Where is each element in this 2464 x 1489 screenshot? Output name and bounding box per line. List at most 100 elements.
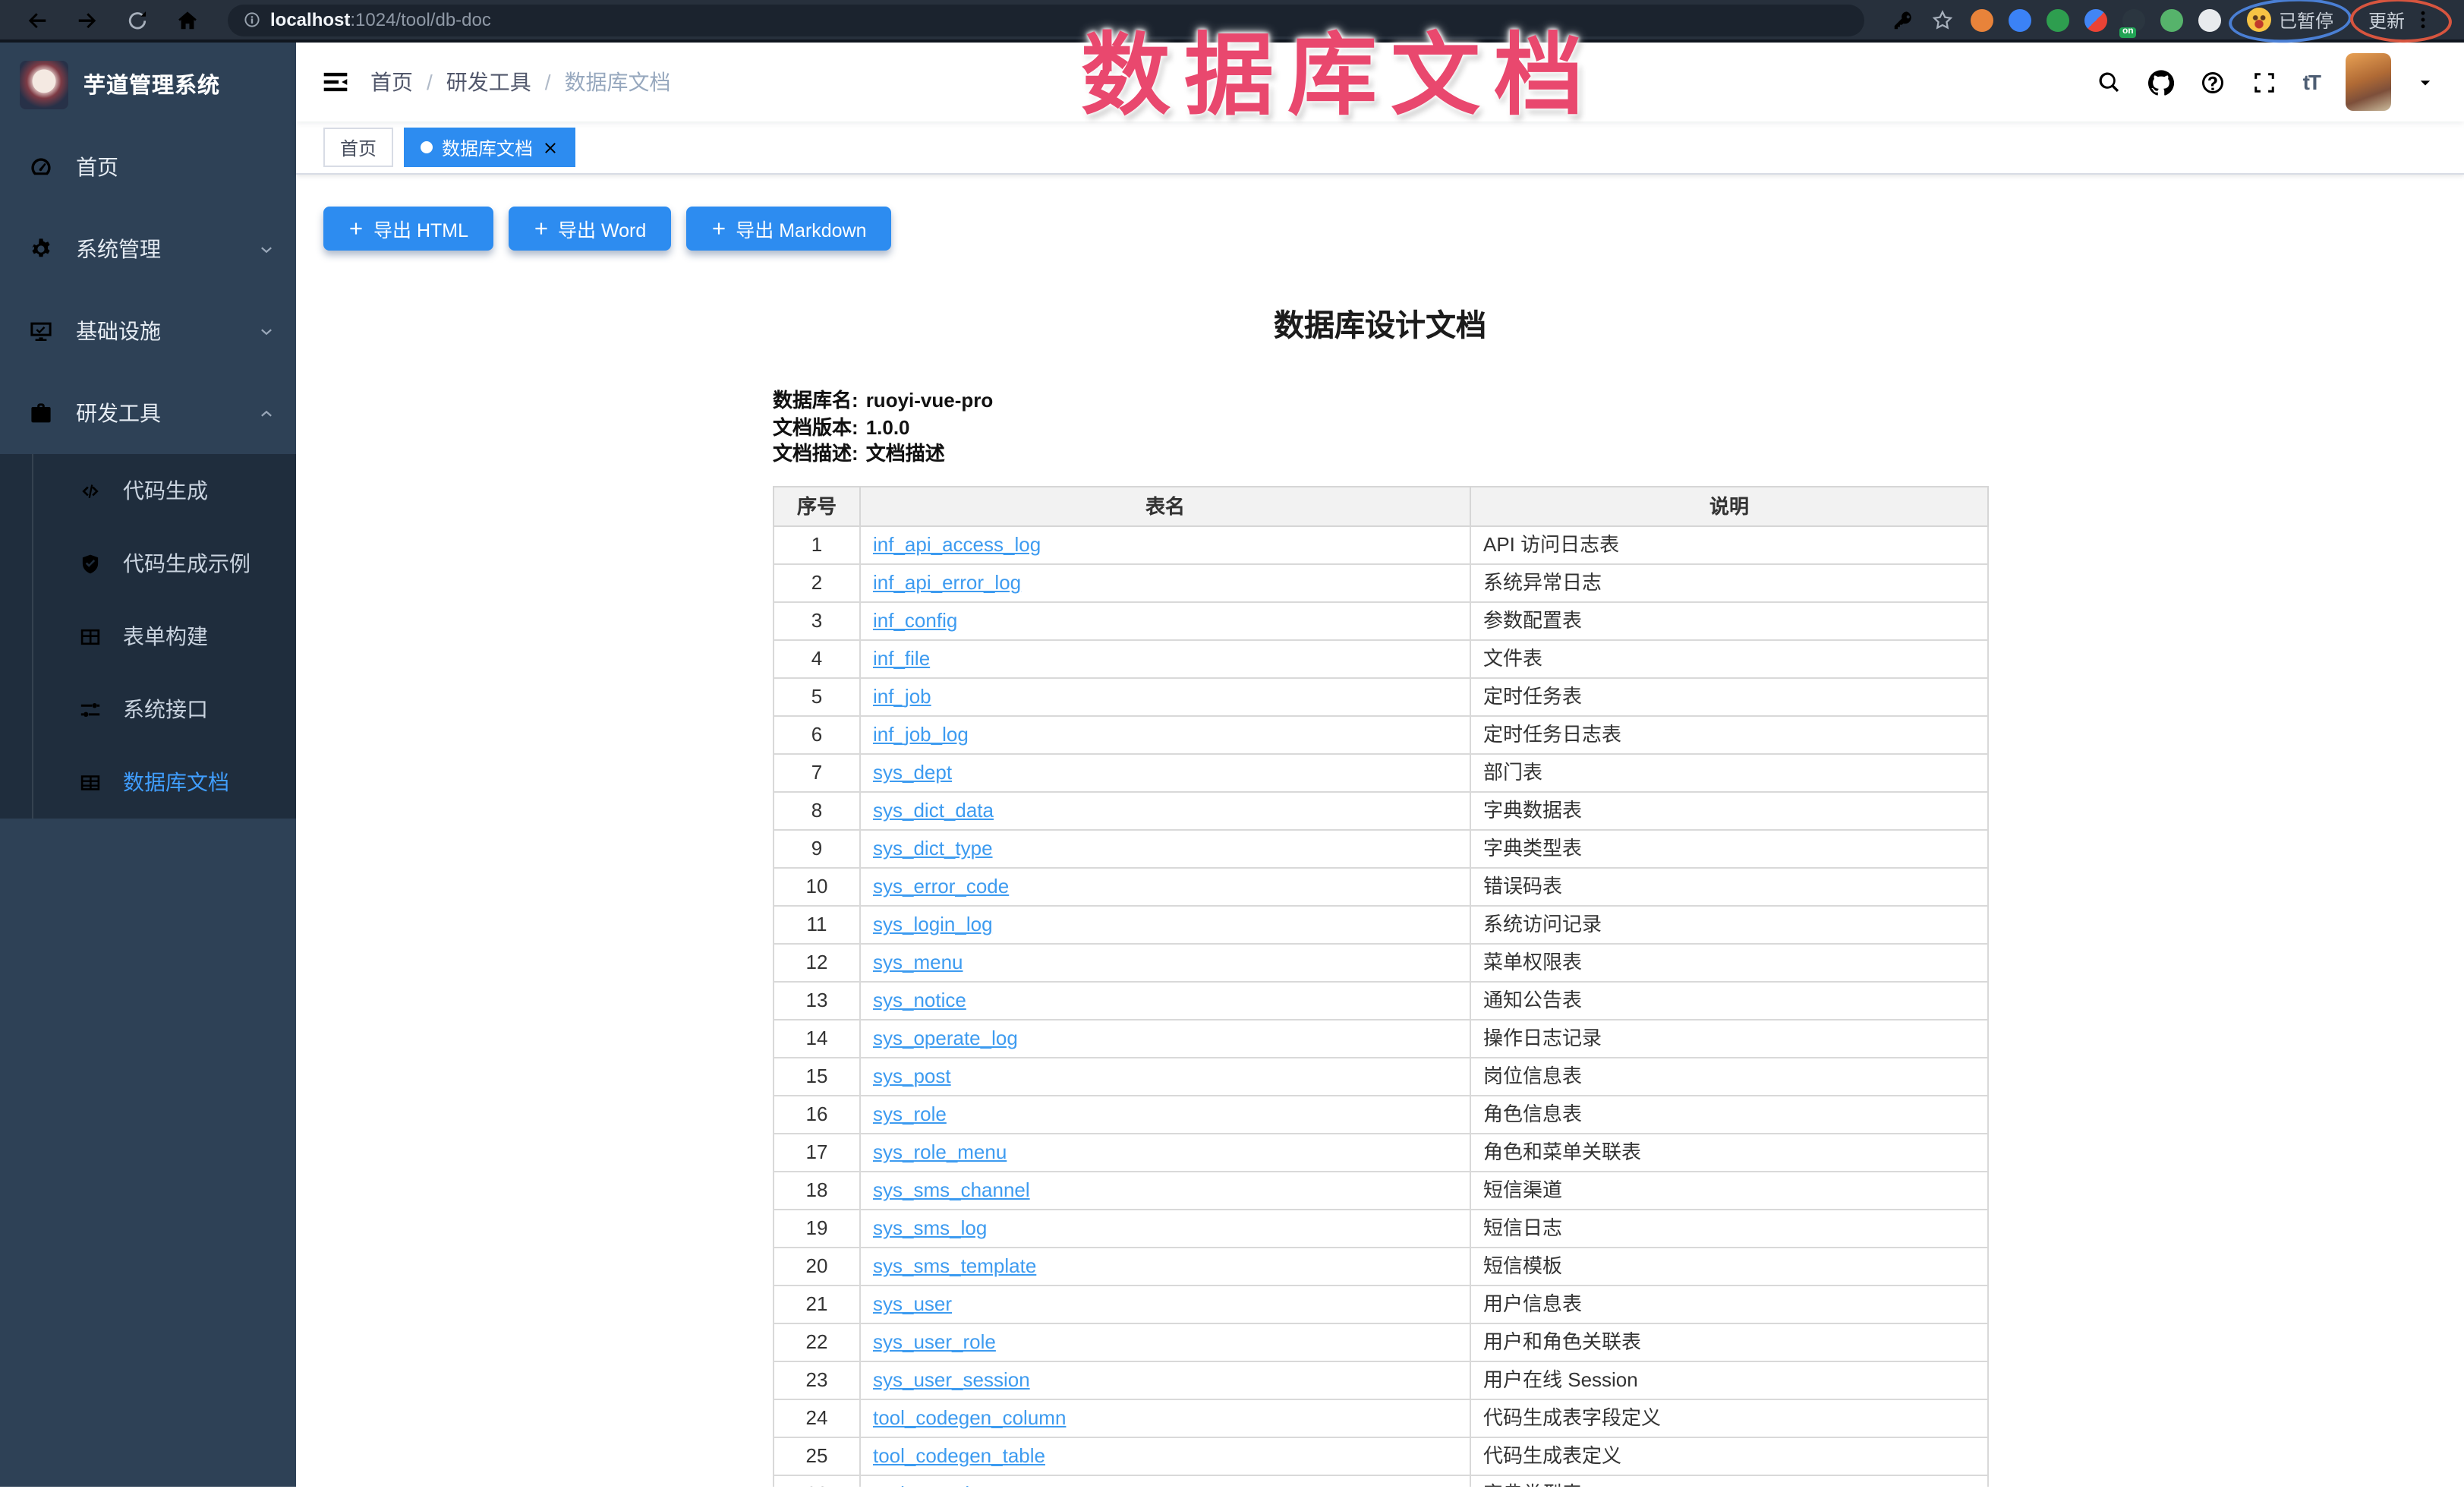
table-link[interactable]: sys_sms_log xyxy=(873,1216,987,1239)
tags-view: 首页数据库文档 xyxy=(296,121,2464,175)
extension-switch-icon[interactable]: on xyxy=(2122,8,2145,31)
extension-split-icon[interactable] xyxy=(2084,8,2107,31)
table-link[interactable]: sys_dict_data xyxy=(873,799,994,822)
serial-cell: 9 xyxy=(774,829,860,867)
meta-label: 数据库名: xyxy=(773,389,859,412)
table-link[interactable]: inf_config xyxy=(873,609,957,632)
help-icon[interactable] xyxy=(2200,69,2226,95)
table-row: 21sys_user用户信息表 xyxy=(774,1285,1988,1323)
sidebar-item-api[interactable]: 系统接口 xyxy=(0,673,296,746)
sidebar-submenu: 代码生成代码生成示例表单构建系统接口数据库文档 xyxy=(0,454,296,819)
key-icon[interactable] xyxy=(1892,8,1914,31)
description-cell: 字典类型表 xyxy=(1470,1475,1988,1487)
screen: 数据库文档 localhost:1024/tool/db-doc on 已暂停 … xyxy=(0,0,2464,1489)
close-icon xyxy=(542,139,559,156)
reload-icon[interactable] xyxy=(126,8,149,31)
home-icon[interactable] xyxy=(176,8,199,31)
github-icon[interactable] xyxy=(2148,69,2174,95)
table-link[interactable]: sys_role_menu xyxy=(873,1140,1007,1163)
serial-cell: 2 xyxy=(774,563,860,601)
info-icon[interactable] xyxy=(243,11,261,29)
tab-db-doc[interactable]: 数据库文档 xyxy=(404,128,575,167)
table-name-cell: sys_login_log xyxy=(860,905,1470,943)
serial-cell: 19 xyxy=(774,1209,860,1247)
description-cell: 定时任务日志表 xyxy=(1470,715,1988,753)
user-avatar[interactable] xyxy=(2346,53,2391,111)
address-bar[interactable]: localhost:1024/tool/db-doc xyxy=(228,4,1864,36)
description-cell: 通知公告表 xyxy=(1470,981,1988,1019)
export-markdown-button[interactable]: 导出 Markdown xyxy=(685,207,890,251)
description-cell: 代码生成表字段定义 xyxy=(1470,1399,1988,1437)
extension-pin-icon[interactable] xyxy=(2009,8,2031,31)
logo[interactable]: 芋道管理系统 xyxy=(0,43,296,126)
sidebar-item-codegen-demo[interactable]: 代码生成示例 xyxy=(0,527,296,600)
paused-extension-badge[interactable]: 已暂停 xyxy=(2238,4,2343,36)
search-icon[interactable] xyxy=(2097,69,2122,95)
menu-dots-icon[interactable] xyxy=(2412,9,2434,30)
table-link[interactable]: sys_sms_template xyxy=(873,1254,1036,1277)
sidebar-item-label: 首页 xyxy=(76,152,275,182)
extension-leaf-icon[interactable] xyxy=(2160,8,2183,31)
table-link[interactable]: tool_codegen_column xyxy=(873,1406,1066,1429)
table-link[interactable]: sys_menu xyxy=(873,951,963,973)
table-link[interactable]: inf_file xyxy=(873,647,930,670)
font-size-icon[interactable]: tT xyxy=(2303,70,2320,94)
table-link[interactable]: sys_dict_type xyxy=(873,837,993,860)
table-row: 12sys_menu菜单权限表 xyxy=(774,943,1988,981)
chevron-down-icon[interactable] xyxy=(2417,74,2434,90)
table-link[interactable]: sys_role xyxy=(873,1103,947,1125)
table-link[interactable]: sys_notice xyxy=(873,989,966,1011)
table-link[interactable]: inf_job_log xyxy=(873,723,969,746)
table-link[interactable]: sys_error_code xyxy=(873,875,1009,898)
table-name-cell: sys_user_role xyxy=(860,1323,1470,1361)
table-link[interactable]: sys_sms_channel xyxy=(873,1178,1030,1201)
extension-puzzle-icon[interactable] xyxy=(2198,8,2221,31)
export-html-button[interactable]: 导出 HTML xyxy=(323,207,493,251)
table-row: 22sys_user_role用户和角色关联表 xyxy=(774,1323,1988,1361)
plus-icon xyxy=(710,220,726,237)
bookmark-star-icon[interactable] xyxy=(1931,8,1954,31)
forward-icon[interactable] xyxy=(76,8,99,31)
back-icon[interactable] xyxy=(26,8,49,31)
table-link[interactable]: sys_user_role xyxy=(873,1330,996,1353)
table-link[interactable]: sys_dept xyxy=(873,761,952,784)
sidebar-item-db-doc[interactable]: 数据库文档 xyxy=(0,746,296,819)
chrome-update-menu[interactable]: 更新 xyxy=(2359,4,2443,36)
sidebar-item-codegen[interactable]: 代码生成 xyxy=(0,454,296,527)
serial-cell: 13 xyxy=(774,981,860,1019)
table-link[interactable]: sys_user xyxy=(873,1292,952,1315)
table-link[interactable]: sys_login_log xyxy=(873,913,993,935)
sidebar-item-devtools[interactable]: 研发工具 xyxy=(0,372,296,454)
table-row: 15sys_post岗位信息表 xyxy=(774,1057,1988,1095)
table-link[interactable]: sys_user_session xyxy=(873,1368,1030,1391)
table-link[interactable]: tool_test_demo xyxy=(873,1482,1008,1487)
extension-check-icon[interactable] xyxy=(2047,8,2069,31)
browser-toolbar: localhost:1024/tool/db-doc on 已暂停 更新 xyxy=(0,0,2464,43)
breadcrumb-item[interactable]: 首页 xyxy=(370,67,413,97)
sidebar-item-label: 表单构建 xyxy=(123,621,208,651)
table-row: 17sys_role_menu角色和菜单关联表 xyxy=(774,1133,1988,1171)
table-link[interactable]: sys_operate_log xyxy=(873,1027,1018,1049)
sidebar-item-infra[interactable]: 基础设施 xyxy=(0,290,296,372)
code-icon xyxy=(79,479,102,502)
sidebar-item-home[interactable]: 首页 xyxy=(0,126,296,208)
table-link[interactable]: inf_api_access_log xyxy=(873,533,1041,556)
breadcrumb-item[interactable]: 研发工具 xyxy=(446,67,531,97)
serial-cell: 16 xyxy=(774,1095,860,1133)
tab-home[interactable]: 首页 xyxy=(323,128,393,167)
table-name-cell: sys_dict_data xyxy=(860,791,1470,829)
plus-icon xyxy=(348,220,364,237)
table-link[interactable]: inf_api_error_log xyxy=(873,571,1021,594)
table-link[interactable]: inf_job xyxy=(873,685,931,708)
table-link[interactable]: sys_post xyxy=(873,1065,951,1087)
extension-orange-icon[interactable] xyxy=(1971,8,1993,31)
fullscreen-icon[interactable] xyxy=(2251,69,2277,95)
export-word-button[interactable]: 导出 Word xyxy=(508,207,670,251)
sidebar-item-system[interactable]: 系统管理 xyxy=(0,208,296,290)
browser-actions: on 已暂停 更新 xyxy=(1892,4,2449,36)
hamburger-icon[interactable] xyxy=(322,68,349,96)
table-link[interactable]: tool_codegen_table xyxy=(873,1444,1045,1467)
serial-cell: 18 xyxy=(774,1171,860,1209)
meta-line: 数据库名:ruoyi-vue-pro xyxy=(773,387,1987,414)
sidebar-item-form-builder[interactable]: 表单构建 xyxy=(0,600,296,673)
